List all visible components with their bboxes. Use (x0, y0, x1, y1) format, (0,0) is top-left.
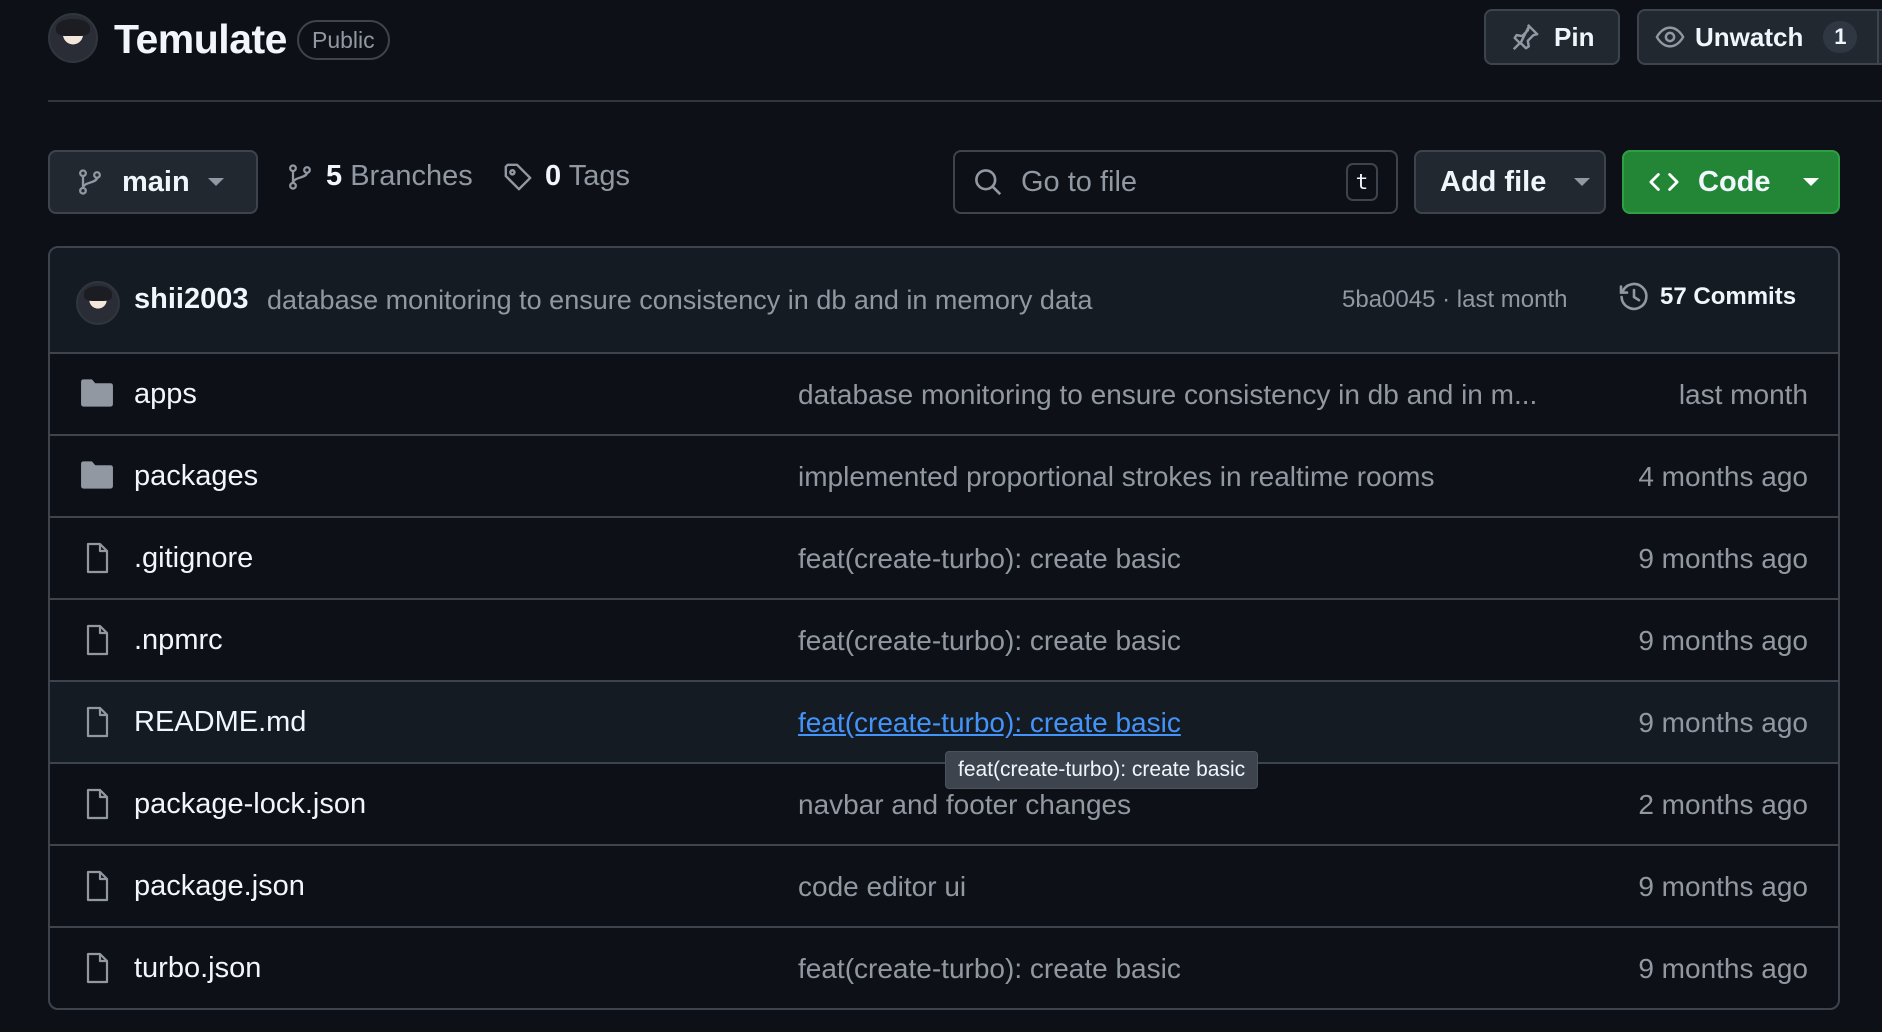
author-avatar[interactable] (76, 281, 120, 325)
shortcut-key: t (1346, 163, 1378, 201)
pin-icon (1510, 22, 1540, 52)
file-commit-message[interactable]: feat(create-turbo): create basic (798, 625, 1181, 657)
file-time: 9 months ago (1638, 953, 1808, 984)
header-divider (48, 100, 1882, 102)
file-row[interactable]: .gitignore feat(create-turbo): create bas… (50, 518, 1838, 600)
file-list: apps database monitoring to ensure consis… (50, 354, 1838, 1008)
branches-label: Branches (350, 160, 473, 192)
commits-label: 57 Commits (1660, 283, 1797, 310)
file-row[interactable]: packages implemented proportional strokes… (50, 436, 1838, 518)
pin-button[interactable]: Pin (1484, 9, 1620, 65)
file-row[interactable]: package.json code editor ui 9 months ago (50, 846, 1838, 928)
file-time: 2 months ago (1638, 789, 1808, 820)
file-row[interactable]: turbo.json feat(create-turbo): create bas… (50, 928, 1838, 1008)
search-placeholder: Go to file (1021, 165, 1138, 198)
file-name[interactable]: .npmrc (134, 624, 223, 657)
visibility-badge: Public (297, 20, 390, 60)
file-time: 9 months ago (1638, 625, 1808, 656)
chevron-down-icon (1802, 178, 1819, 186)
add-file-label: Add file (1440, 165, 1547, 198)
watch-divider (1877, 10, 1880, 64)
file-time: 9 months ago (1638, 707, 1808, 738)
file-time: 4 months ago (1638, 461, 1808, 492)
pin-label: Pin (1554, 21, 1595, 52)
branch-icon (76, 167, 104, 197)
latest-commit-bar: shii2003 database monitoring to ensure c… (50, 248, 1838, 354)
tags-count: 0 (545, 160, 562, 192)
repo-title[interactable]: Temulate (114, 16, 287, 63)
tags-label: Tags (568, 160, 630, 192)
file-time: last month (1678, 379, 1808, 410)
folder-icon (80, 378, 114, 408)
file-commit-message[interactable]: feat(create-turbo): create basic (798, 953, 1181, 985)
file-time: 9 months ago (1638, 543, 1808, 574)
watch-count: 1 (1823, 21, 1858, 53)
file-name[interactable]: apps (134, 378, 197, 411)
folder-icon (80, 460, 114, 490)
file-browser: shii2003 database monitoring to ensure c… (48, 246, 1840, 1010)
file-commit-message[interactable]: feat(create-turbo): create basic (798, 543, 1181, 575)
branch-name: main (122, 165, 190, 198)
code-icon (1648, 167, 1680, 197)
go-to-file-input[interactable]: Go to file t (953, 150, 1398, 214)
file-name[interactable]: packages (134, 460, 258, 493)
search-icon (973, 167, 1003, 197)
file-name[interactable]: README.md (134, 706, 306, 739)
file-row[interactable]: .npmrc feat(create-turbo): create basic 9 … (50, 600, 1838, 682)
file-icon (80, 870, 114, 902)
code-label: Code (1698, 165, 1771, 198)
file-name[interactable]: turbo.json (134, 952, 261, 985)
file-row[interactable]: apps database monitoring to ensure consis… (50, 354, 1838, 436)
owner-avatar[interactable] (48, 13, 98, 63)
commit-meta[interactable]: 5ba0045 · last month (1342, 286, 1567, 314)
commits-link[interactable]: 57 Commits (1618, 281, 1796, 313)
file-commit-message[interactable]: database monitoring to ensure consistenc… (798, 379, 1537, 411)
tag-icon (503, 162, 533, 192)
tags-link[interactable]: 0 Tags (503, 160, 630, 193)
file-icon (80, 542, 114, 574)
file-row[interactable]: README.md feat(create-turbo): create basi… (50, 682, 1838, 764)
file-name[interactable]: .gitignore (134, 542, 253, 575)
file-icon (80, 624, 114, 656)
file-commit-message[interactable]: implemented proportional strokes in real… (798, 461, 1435, 493)
branches-link[interactable]: 5 Branches (286, 160, 473, 193)
watch-button[interactable]: Unwatch 1 (1637, 9, 1882, 65)
file-name[interactable]: package-lock.json (134, 788, 366, 821)
commit-tooltip: feat(create-turbo): create basic (945, 751, 1259, 789)
file-time: 9 months ago (1638, 871, 1808, 902)
branch-selector[interactable]: main (48, 150, 258, 214)
file-icon (80, 788, 114, 820)
watch-label: Unwatch (1695, 21, 1804, 52)
branch-icon (286, 162, 314, 192)
branches-count: 5 (326, 160, 343, 192)
commit-author[interactable]: shii2003 (134, 283, 248, 316)
file-icon (80, 706, 114, 738)
repo-header: Temulate Public Pin Unwatch 1 (48, 9, 1882, 90)
chevron-down-icon (207, 178, 224, 186)
code-button[interactable]: Code (1622, 150, 1840, 214)
add-file-button[interactable]: Add file (1414, 150, 1606, 214)
history-icon (1618, 281, 1650, 313)
commit-message[interactable]: database monitoring to ensure consistenc… (267, 285, 1092, 316)
chevron-down-icon (1574, 178, 1591, 186)
file-commit-message[interactable]: feat(create-turbo): create basic (798, 707, 1181, 739)
eye-icon (1655, 22, 1685, 52)
file-icon (80, 952, 114, 984)
file-row[interactable]: package-lock.json navbar and footer chang… (50, 764, 1838, 846)
file-commit-message[interactable]: code editor ui (798, 871, 966, 903)
file-name[interactable]: package.json (134, 870, 305, 903)
file-commit-message[interactable]: navbar and footer changes (798, 789, 1131, 821)
